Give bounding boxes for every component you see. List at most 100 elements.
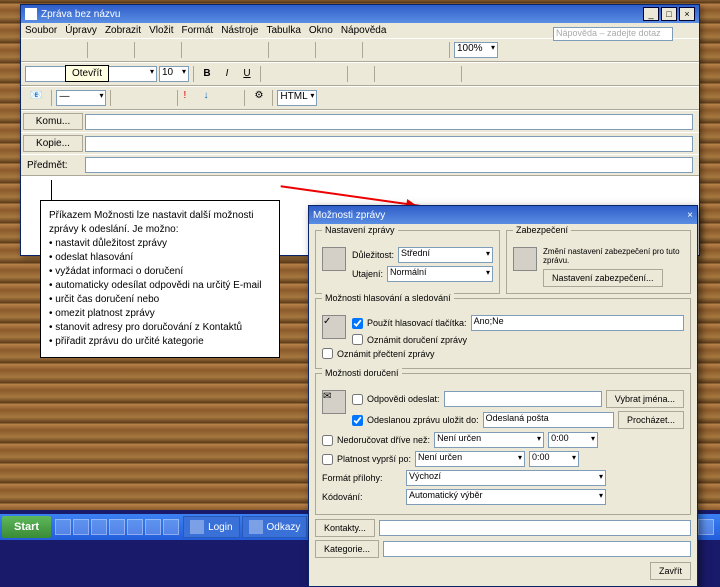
titlebar[interactable]: Zpráva bez názvu _ □ × xyxy=(21,5,699,23)
expire-date-combo[interactable]: Není určen xyxy=(415,451,525,467)
importance-high-icon[interactable]: ! xyxy=(182,89,200,107)
ql-icon[interactable] xyxy=(163,519,179,535)
expire-time-combo[interactable]: 0:00 xyxy=(529,451,579,467)
deliver-time-combo[interactable]: 0:00 xyxy=(548,432,598,448)
spellcheck-icon[interactable] xyxy=(139,41,157,59)
minimize-button[interactable]: _ xyxy=(643,7,659,21)
task-button[interactable]: Odkazy xyxy=(242,516,308,538)
tray-icon[interactable] xyxy=(698,519,714,535)
map-icon[interactable] xyxy=(407,41,425,59)
copy-icon[interactable] xyxy=(206,41,224,59)
hyperlink-icon[interactable] xyxy=(320,41,338,59)
preview-icon[interactable] xyxy=(112,41,130,59)
deliver-date-combo[interactable]: Není určen xyxy=(434,432,544,448)
importance-low-icon[interactable]: ↓ xyxy=(202,89,220,107)
show-marks-icon[interactable] xyxy=(427,41,445,59)
format-combo[interactable]: HTML xyxy=(277,90,317,106)
address-book-icon[interactable] xyxy=(135,89,153,107)
menu-view[interactable]: Zobrazit xyxy=(105,25,141,36)
format-painter-icon[interactable] xyxy=(246,41,264,59)
deliver-after-checkbox[interactable] xyxy=(322,435,333,446)
research-icon[interactable] xyxy=(159,41,177,59)
expires-checkbox[interactable] xyxy=(322,454,333,465)
menu-file[interactable]: Soubor xyxy=(25,25,57,36)
ql-icon[interactable] xyxy=(55,519,71,535)
send-button[interactable]: 📧 xyxy=(25,89,47,107)
ql-icon[interactable] xyxy=(145,519,161,535)
new-icon[interactable] xyxy=(25,41,43,59)
zoom-combo[interactable]: 100% xyxy=(454,42,498,58)
outdent-icon[interactable] xyxy=(419,65,437,83)
cc-button[interactable]: Kopie... xyxy=(23,135,83,152)
save-sent-checkbox[interactable] xyxy=(352,415,363,426)
dialog-titlebar[interactable]: Možnosti zprávy × xyxy=(309,206,697,224)
ql-icon[interactable] xyxy=(127,519,143,535)
voting-input[interactable]: Ano;Ne xyxy=(471,315,684,331)
columns-icon[interactable] xyxy=(367,41,385,59)
help-search-input[interactable]: Nápověda – zadejte dotaz xyxy=(553,27,673,41)
undo-icon[interactable] xyxy=(273,41,291,59)
cut-icon[interactable] xyxy=(186,41,204,59)
ql-icon[interactable] xyxy=(73,519,89,535)
border-icon[interactable] xyxy=(466,65,484,83)
cc-input[interactable] xyxy=(85,136,693,152)
to-button[interactable]: Komu... xyxy=(23,113,83,130)
ql-icon[interactable] xyxy=(91,519,107,535)
menu-window[interactable]: Okno xyxy=(309,25,333,36)
to-input[interactable] xyxy=(85,114,693,130)
start-button[interactable]: Start xyxy=(2,516,51,538)
voting-checkbox[interactable] xyxy=(352,318,363,329)
align-right-icon[interactable] xyxy=(305,65,323,83)
delivery-receipt-checkbox[interactable] xyxy=(352,334,363,345)
select-names-button[interactable]: Vybrat jména... xyxy=(606,390,684,408)
maximize-button[interactable]: □ xyxy=(661,7,677,21)
save-icon[interactable] xyxy=(65,41,83,59)
contacts-input[interactable] xyxy=(379,520,691,536)
help-icon[interactable] xyxy=(500,41,518,59)
flag-icon[interactable] xyxy=(222,89,240,107)
align-justify-icon[interactable] xyxy=(325,65,343,83)
read-icon[interactable] xyxy=(520,41,538,59)
font-color-icon[interactable] xyxy=(506,65,524,83)
sensitivity-combo[interactable]: Normální xyxy=(387,266,493,282)
indent-icon[interactable] xyxy=(439,65,457,83)
read-receipt-checkbox[interactable] xyxy=(322,348,333,359)
paste-icon[interactable] xyxy=(226,41,244,59)
open-icon[interactable] xyxy=(45,41,63,59)
subject-input[interactable] xyxy=(85,157,693,173)
encoding-combo[interactable]: Automatický výběr xyxy=(406,489,606,505)
underline-icon[interactable]: U xyxy=(238,65,256,83)
attachment-format-combo[interactable]: Výchozí xyxy=(406,470,606,486)
importance-combo[interactable]: Střední xyxy=(398,247,493,263)
italic-icon[interactable]: I xyxy=(218,65,236,83)
contacts-button[interactable]: Kontakty... xyxy=(315,519,375,537)
ql-icon[interactable] xyxy=(109,519,125,535)
security-settings-button[interactable]: Nastavení zabezpečení... xyxy=(543,269,663,287)
replies-checkbox[interactable] xyxy=(352,394,363,405)
bold-icon[interactable]: B xyxy=(198,65,216,83)
close-button[interactable]: × xyxy=(679,7,695,21)
browse-button[interactable]: Procházet... xyxy=(618,411,684,429)
table-icon[interactable] xyxy=(340,41,358,59)
menu-table[interactable]: Tabulka xyxy=(266,25,300,36)
menu-tools[interactable]: Nástroje xyxy=(221,25,258,36)
attach-icon[interactable] xyxy=(115,89,133,107)
redo-icon[interactable] xyxy=(293,41,311,59)
drawing-icon[interactable] xyxy=(387,41,405,59)
menu-format[interactable]: Formát xyxy=(182,25,214,36)
bullet-list-icon[interactable] xyxy=(399,65,417,83)
dialog-close-button[interactable]: × xyxy=(687,210,693,221)
task-button[interactable]: Login xyxy=(183,516,239,538)
line-spacing-icon[interactable] xyxy=(352,65,370,83)
print-icon[interactable] xyxy=(92,41,110,59)
accounts-combo[interactable]: — xyxy=(56,90,106,106)
highlight-icon[interactable] xyxy=(486,65,504,83)
check-names-icon[interactable] xyxy=(155,89,173,107)
fontsize-combo[interactable]: 10 xyxy=(159,66,189,82)
dialog-close-ok-button[interactable]: Zavřít xyxy=(650,562,691,580)
categories-input[interactable] xyxy=(383,541,691,557)
menu-edit[interactable]: Úpravy xyxy=(65,25,97,36)
menu-help[interactable]: Nápověda xyxy=(341,25,387,36)
replies-input[interactable] xyxy=(444,391,602,407)
align-left-icon[interactable] xyxy=(265,65,283,83)
